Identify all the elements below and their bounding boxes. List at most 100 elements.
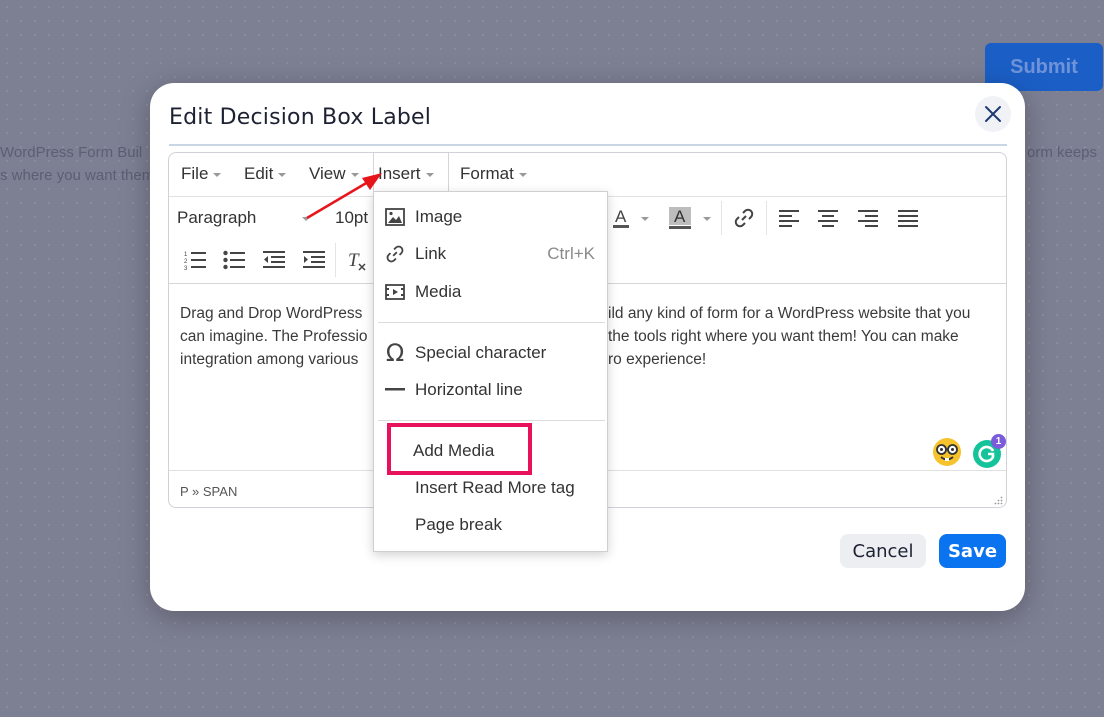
grammarly-button[interactable]: 1	[971, 434, 1006, 470]
grammarly-badge: 1	[991, 434, 1006, 449]
highlight-color-icon: A	[669, 207, 691, 229]
insert-menu-item-label: Media	[415, 281, 462, 301]
nerd-face-emoji-icon[interactable]	[931, 436, 963, 468]
save-button[interactable]: Save	[939, 534, 1006, 568]
insert-menu-dropdown: Image Link Ctrl+K Media Ω Special charac…	[373, 191, 608, 552]
chevron-down-icon	[278, 173, 287, 177]
chevron-down-icon	[518, 173, 527, 177]
outdent-icon	[263, 251, 285, 268]
menu-file[interactable]: File	[177, 153, 222, 195]
toolbar-divider	[335, 243, 336, 277]
content-line-3-left: integration among various	[180, 351, 359, 368]
element-path[interactable]: P » SPAN	[180, 484, 237, 499]
align-right-button[interactable]	[854, 203, 882, 233]
menu-insert[interactable]: Insert	[373, 153, 449, 196]
insert-menu-item-image[interactable]: Image	[374, 198, 607, 235]
clear-formatting-button[interactable]: T	[343, 245, 371, 275]
cancel-button[interactable]: Cancel	[840, 534, 926, 568]
keyboard-shortcut: Ctrl+K	[547, 243, 595, 263]
content-line-1-right: ild any kind of form for a WordPress web…	[608, 305, 971, 322]
insert-menu-item-page-break[interactable]: Page break	[374, 506, 607, 543]
indent-button[interactable]	[300, 245, 328, 275]
svg-text:A: A	[674, 207, 686, 226]
content-line-1-left: Drag and Drop WordPress	[180, 305, 363, 322]
insert-menu-item-label: Horizontal line	[415, 379, 523, 399]
svg-text:T: T	[348, 250, 360, 271]
menu-view-label: View	[309, 164, 346, 183]
insert-menu-item-media[interactable]: Media	[374, 273, 607, 310]
background-text-line: s where you want them	[0, 167, 155, 184]
menu-format[interactable]: Format	[456, 153, 527, 195]
chevron-down-icon	[703, 217, 711, 221]
content-line-3-right: ro experience!	[608, 351, 707, 368]
svg-text:2: 2	[184, 259, 188, 265]
svg-text:3: 3	[184, 266, 188, 270]
resize-handle-icon[interactable]	[993, 496, 1003, 506]
text-color-icon: A	[613, 207, 629, 228]
numbered-list-icon: 1 2 3	[184, 252, 206, 270]
numbered-list-button[interactable]: 1 2 3	[181, 245, 209, 275]
menu-insert-label: Insert	[378, 164, 421, 183]
text-color-button[interactable]: A	[609, 203, 653, 233]
align-right-icon	[858, 210, 878, 227]
title-divider	[169, 144, 1007, 146]
emoji-icon	[933, 438, 961, 466]
chevron-down-icon	[350, 173, 359, 177]
align-justify-button[interactable]	[894, 203, 922, 233]
close-icon	[985, 106, 1001, 122]
insert-menu-item-label: Image	[415, 206, 463, 226]
svg-text:A: A	[615, 207, 627, 226]
svg-text:1: 1	[184, 252, 188, 258]
link-icon	[386, 245, 404, 262]
background-text-right: orm keeps	[1027, 144, 1098, 161]
align-center-button[interactable]	[814, 203, 842, 233]
chevron-down-icon	[641, 217, 649, 221]
content-line-2-left: can imagine. The Professio	[180, 328, 368, 345]
chevron-down-icon	[213, 173, 222, 177]
content-line-2-right: the tools right where you want them! You…	[608, 328, 959, 345]
menu-file-label: File	[181, 164, 209, 183]
outdent-button[interactable]	[260, 245, 288, 275]
background-color-button[interactable]: A	[667, 203, 713, 233]
omega-icon: Ω	[385, 338, 405, 367]
align-center-icon	[818, 210, 838, 227]
close-button[interactable]	[975, 96, 1011, 132]
menu-format-label: Format	[460, 164, 514, 183]
toolbar-divider	[721, 201, 722, 235]
toolbar-divider	[766, 201, 767, 235]
indent-icon	[303, 251, 325, 268]
background-text-left: WordPress Form Buil s where you want the…	[0, 141, 154, 187]
menu-edit-label: Edit	[244, 164, 274, 183]
bullet-list-button[interactable]	[220, 245, 248, 275]
annotation-highlight-box	[387, 423, 532, 475]
menu-divider	[378, 420, 605, 421]
insert-menu-item-label: Special character	[415, 342, 547, 362]
menu-view[interactable]: View	[305, 153, 359, 195]
media-icon	[385, 283, 405, 300]
link-icon	[734, 208, 754, 228]
align-left-button[interactable]	[775, 203, 803, 233]
insert-menu-item-label: Page break	[415, 514, 502, 534]
insert-menu-item-link[interactable]: Link Ctrl+K	[374, 235, 607, 272]
block-format-value: Paragraph	[177, 208, 257, 227]
insert-link-button[interactable]	[730, 203, 758, 233]
insert-menu-item-special-character[interactable]: Ω Special character	[374, 334, 607, 371]
insert-menu-item-horizontal-line[interactable]: Horizontal line	[374, 371, 607, 408]
block-format-select[interactable]: Paragraph	[177, 197, 317, 239]
menu-edit[interactable]: Edit	[240, 153, 287, 195]
chevron-down-icon	[425, 173, 434, 177]
background-text-line: WordPress Form Buil	[0, 144, 143, 161]
align-left-icon	[779, 210, 799, 227]
clear-formatting-icon: T	[348, 250, 366, 271]
align-justify-icon	[898, 210, 918, 227]
menu-divider	[378, 322, 605, 323]
insert-menu-item-label: Insert Read More tag	[415, 477, 575, 497]
bullet-list-icon	[223, 250, 245, 270]
insert-menu-item-label: Link	[415, 243, 447, 263]
modal-title: Edit Decision Box Label	[169, 105, 432, 130]
font-size-select[interactable]: 10pt	[335, 197, 368, 239]
font-size-value: 10pt	[335, 208, 369, 227]
image-icon	[385, 207, 405, 226]
chevron-down-icon	[302, 217, 311, 221]
horizontal-line-icon	[385, 387, 405, 390]
